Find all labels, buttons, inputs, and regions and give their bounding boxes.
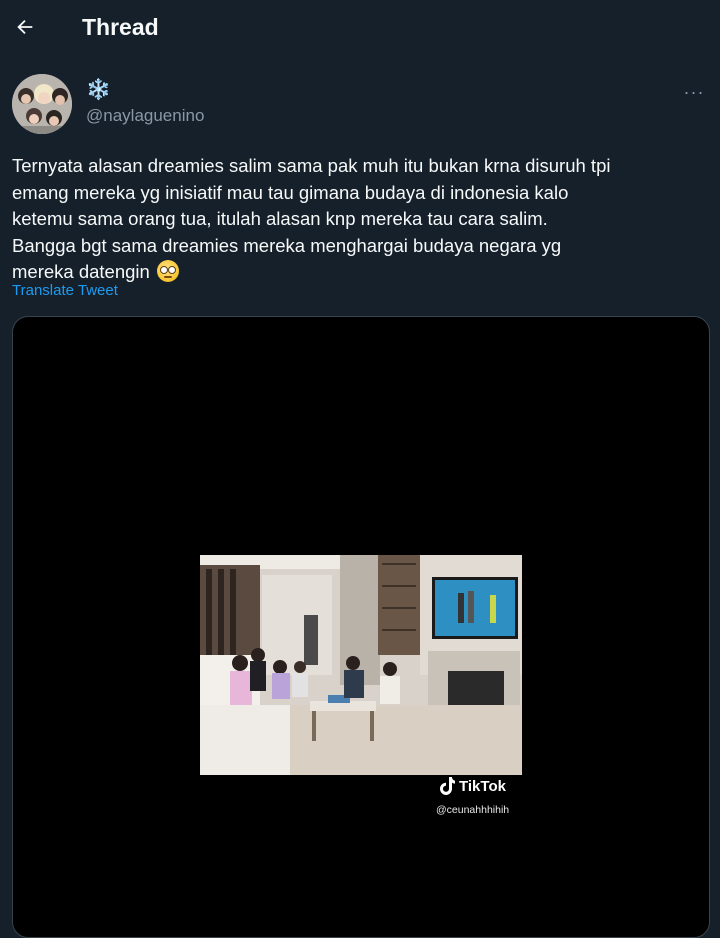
tweet-text: Ternyata alasan dreamies salim sama pak … — [12, 153, 712, 286]
tiktok-creator-handle: @ceunahhhihih — [436, 804, 510, 816]
video-player[interactable]: TikTok @ceunahhhihih — [12, 316, 710, 938]
user-handle[interactable]: @naylaguenino — [86, 106, 204, 126]
back-button[interactable] — [8, 10, 42, 44]
tweet-author: ❄️ @naylaguenino ··· — [12, 74, 708, 136]
page-title: Thread — [82, 14, 159, 40]
avatar[interactable] — [12, 74, 72, 134]
thread-header: Thread — [0, 0, 720, 56]
arrow-left-icon — [17, 19, 33, 35]
tiktok-brand-text: TikTok — [459, 777, 506, 795]
tiktok-icon — [440, 777, 455, 795]
video-frame[interactable] — [200, 555, 522, 775]
translate-tweet-link[interactable]: Translate Tweet — [12, 282, 118, 299]
more-horizontal-icon: ··· — [683, 81, 705, 102]
avatar-image — [12, 74, 72, 134]
display-name[interactable]: ❄️ — [86, 78, 111, 102]
tiktok-watermark: TikTok — [439, 777, 506, 795]
eye-roll-emoji-icon — [156, 260, 179, 282]
tweet-text-content: Ternyata alasan dreamies salim sama pak … — [12, 155, 611, 282]
more-button[interactable]: ··· — [680, 78, 708, 106]
video-thumbnail — [200, 555, 522, 775]
